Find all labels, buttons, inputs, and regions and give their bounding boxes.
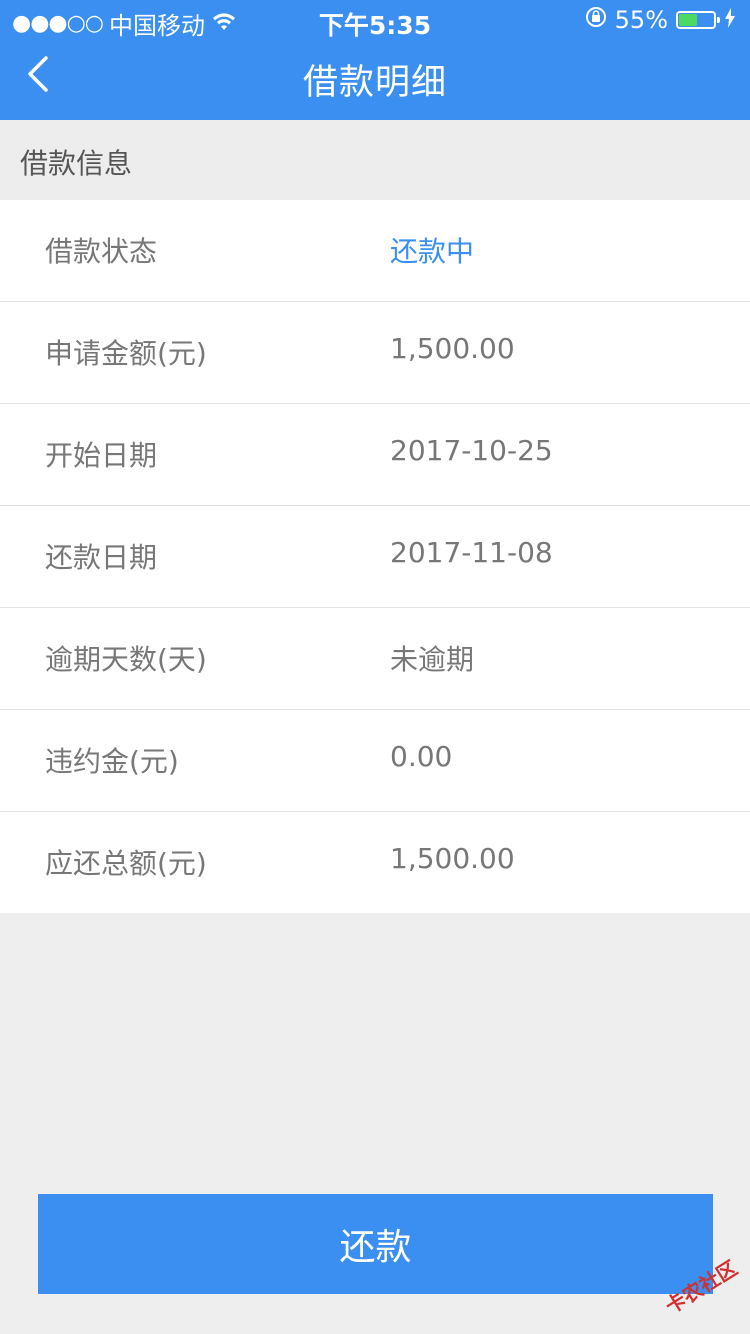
battery-percent: 55% bbox=[614, 6, 668, 34]
row-value: 未逾期 bbox=[390, 643, 475, 676]
row-start-date: 开始日期 2017-10-25 bbox=[0, 404, 750, 506]
row-label: 还款日期 bbox=[45, 541, 158, 574]
row-overdue-days: 逾期天数(天) 未逾期 bbox=[0, 608, 750, 710]
repay-button[interactable]: 还款 bbox=[38, 1194, 713, 1294]
loan-detail-list: 借款状态 还款中 申请金额(元) 1,500.00 开始日期 2017-10-2… bbox=[0, 200, 750, 913]
row-label: 应还总额(元) bbox=[45, 847, 207, 880]
nav-bar: 借款明细 bbox=[0, 40, 750, 120]
row-value: 1,500.00 bbox=[390, 842, 515, 875]
battery-icon bbox=[676, 11, 720, 29]
row-value: 0.00 bbox=[390, 740, 453, 773]
row-value: 1,500.00 bbox=[390, 332, 515, 365]
battery-level bbox=[679, 14, 697, 26]
row-label: 借款状态 bbox=[45, 235, 158, 268]
row-label: 申请金额(元) bbox=[45, 337, 207, 370]
section-header: 借款信息 bbox=[0, 120, 750, 200]
section-title: 借款信息 bbox=[20, 147, 133, 180]
row-label: 逾期天数(天) bbox=[45, 643, 207, 676]
row-penalty: 违约金(元) 0.00 bbox=[0, 710, 750, 812]
top-bar: ●●●○○ 中国移动 下午5:35 55% 借款明细 bbox=[0, 0, 750, 120]
row-value: 2017-10-25 bbox=[390, 434, 553, 467]
status-badge: 还款中 bbox=[390, 235, 475, 268]
row-label: 开始日期 bbox=[45, 439, 158, 472]
charging-icon bbox=[724, 6, 736, 34]
status-bar: ●●●○○ 中国移动 下午5:35 55% bbox=[0, 0, 750, 40]
row-value: 2017-11-08 bbox=[390, 536, 553, 569]
status-right: 55% bbox=[585, 6, 736, 34]
row-label: 违约金(元) bbox=[45, 745, 179, 778]
row-loan-status: 借款状态 还款中 bbox=[0, 200, 750, 302]
row-total-due: 应还总额(元) 1,500.00 bbox=[0, 812, 750, 913]
page-title: 借款明细 bbox=[302, 63, 447, 103]
orientation-lock-icon bbox=[585, 6, 607, 34]
row-applied-amount: 申请金额(元) 1,500.00 bbox=[0, 302, 750, 404]
row-repay-date: 还款日期 2017-11-08 bbox=[0, 506, 750, 608]
